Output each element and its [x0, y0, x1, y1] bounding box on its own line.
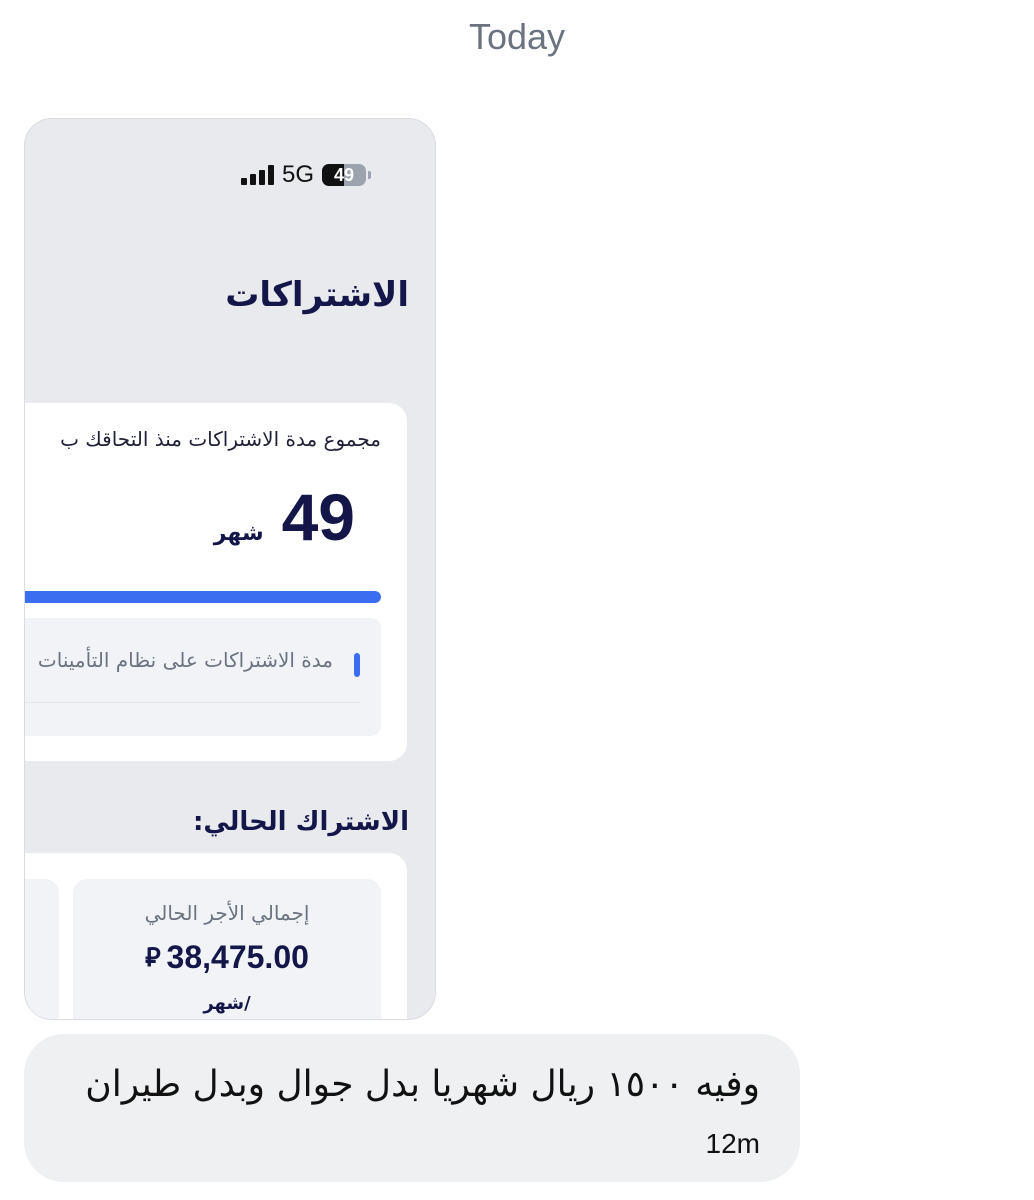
subscription-progress-bar [25, 591, 381, 603]
total-months-unit: شهر [213, 521, 264, 546]
legend-marker [354, 653, 360, 677]
current-subscription-heading: الاشتراك الحالي: [192, 807, 409, 837]
page-title: الاشتراكات [225, 275, 409, 315]
day-separator: Today [468, 16, 566, 57]
status-bar: 5G 49 [240, 161, 371, 189]
battery-icon: 49 [322, 164, 366, 186]
current-salary-value: 38,475.00 [166, 939, 309, 975]
message-time: 12m [705, 1128, 760, 1159]
current-salary-row: ⃁ 38,475.00 [73, 939, 381, 976]
total-months-value: 49 [281, 480, 355, 554]
current-salary-unit: /شهر [203, 993, 251, 1014]
progress-fill [25, 591, 381, 603]
battery-tip [368, 171, 371, 179]
current-subscription-card: إجمالي الأجر الحالي ⃁ 38,475.00 /شهر [25, 853, 407, 1019]
subscription-detail-panel[interactable]: مدة الاشتراكات على نظام التأمينات [25, 618, 381, 736]
screenshot-image-message[interactable]: 5G 49 الاشتراكات مجموع مدة الاشتراكات من… [24, 118, 436, 1020]
text-message-bubble[interactable]: وفيه ١٥٠٠ ريال شهريا بدل جوال وبدل طيران… [24, 1034, 800, 1182]
total-caption: مجموع مدة الاشتراكات منذ التحاقك ب [60, 427, 381, 451]
network-type: 5G [281, 161, 314, 188]
divider [25, 702, 361, 703]
detail-label: مدة الاشتراكات على نظام التأمينات [37, 648, 333, 672]
current-salary-tile: إجمالي الأجر الحالي ⃁ 38,475.00 /شهر [73, 879, 381, 1019]
current-salary-label: إجمالي الأجر الحالي [144, 901, 310, 925]
message-text: وفيه ١٥٠٠ ريال شهريا بدل جوال وبدل طيران [85, 1064, 760, 1105]
total-value-row: 49 شهر [214, 479, 355, 555]
riyal-icon: ⃁ [145, 943, 161, 973]
secondary-stat-tile [25, 879, 59, 1019]
total-subscription-card: مجموع مدة الاشتراكات منذ التحاقك ب 49 شه… [25, 403, 407, 761]
battery-percent: 49 [333, 164, 355, 185]
cellular-signal-icon [240, 165, 274, 185]
